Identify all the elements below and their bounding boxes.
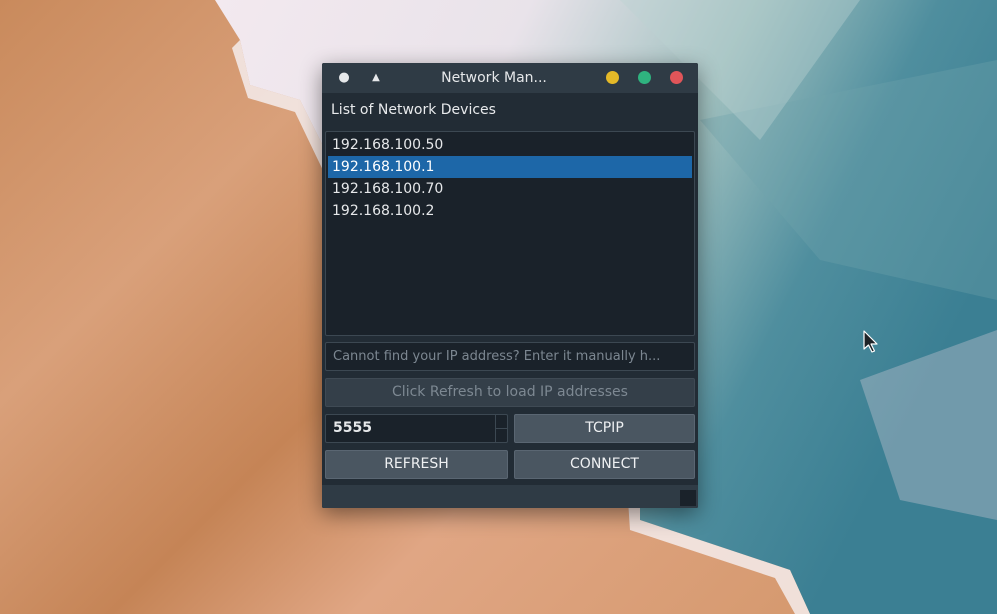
window-title: Network Man... bbox=[441, 70, 547, 86]
desktop-wallpaper: ● ▲ Network Man... List of Network Devic… bbox=[0, 0, 997, 614]
manual-ip-input[interactable] bbox=[325, 342, 695, 371]
dot-icon[interactable]: ● bbox=[336, 63, 352, 93]
minimize-button[interactable] bbox=[606, 71, 619, 84]
device-list[interactable]: 192.168.100.50 192.168.100.1 192.168.100… bbox=[325, 131, 695, 336]
list-item[interactable]: 192.168.100.2 bbox=[328, 200, 692, 222]
refresh-button[interactable]: REFRESH bbox=[325, 450, 508, 479]
mouse-cursor-icon bbox=[863, 330, 878, 353]
spin-up-arrow[interactable] bbox=[495, 415, 508, 429]
list-item[interactable]: 192.168.100.70 bbox=[328, 178, 692, 200]
port-spinbox[interactable]: 5555 bbox=[325, 414, 508, 443]
size-grip[interactable] bbox=[680, 490, 696, 506]
list-item-selected[interactable]: 192.168.100.1 bbox=[328, 156, 692, 178]
port-value[interactable]: 5555 bbox=[333, 415, 372, 442]
status-message: Click Refresh to load IP addresses bbox=[325, 378, 695, 407]
triangle-up-icon[interactable]: ▲ bbox=[368, 63, 384, 93]
spin-down-arrow[interactable] bbox=[495, 429, 508, 442]
status-bar bbox=[322, 485, 698, 508]
network-manager-window: ● ▲ Network Man... List of Network Devic… bbox=[322, 63, 698, 508]
tcpip-button[interactable]: TCPIP bbox=[514, 414, 695, 443]
window-titlebar[interactable]: ● ▲ Network Man... bbox=[322, 63, 698, 93]
list-item[interactable]: 192.168.100.50 bbox=[328, 134, 692, 156]
list-label: List of Network Devices bbox=[331, 102, 496, 118]
close-button[interactable] bbox=[670, 71, 683, 84]
maximize-button[interactable] bbox=[638, 71, 651, 84]
window-content: List of Network Devices 192.168.100.50 1… bbox=[322, 93, 698, 508]
connect-button[interactable]: CONNECT bbox=[514, 450, 695, 479]
